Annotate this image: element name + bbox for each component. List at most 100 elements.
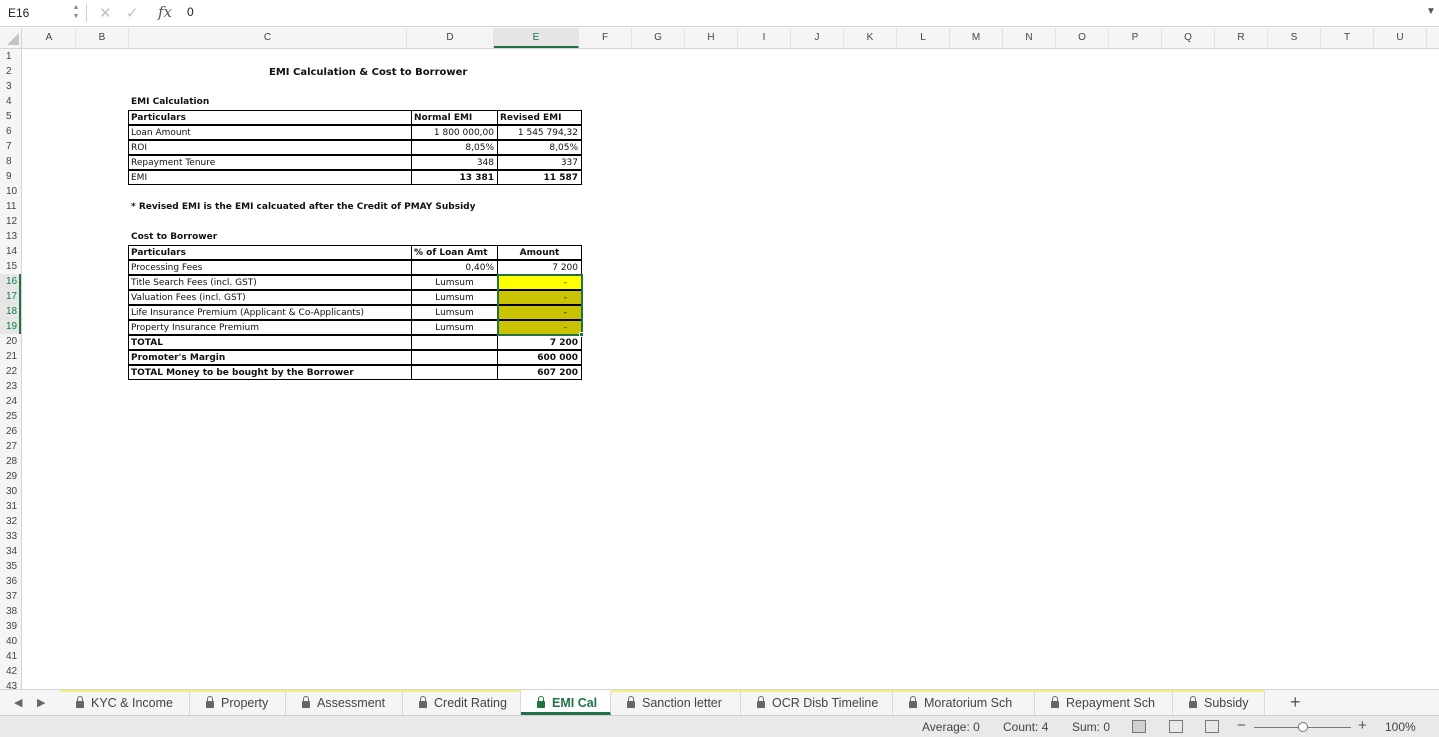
promoter-margin-amount[interactable]: 600 000 bbox=[497, 350, 582, 365]
emi-header-normal[interactable]: Normal EMI bbox=[411, 110, 498, 125]
column-header-t[interactable]: T bbox=[1321, 28, 1374, 48]
emi-row-normal[interactable]: 348 bbox=[411, 155, 498, 170]
row-header-37[interactable]: 37 bbox=[0, 589, 21, 604]
column-header-l[interactable]: L bbox=[897, 28, 950, 48]
zoom-in-button[interactable]: + bbox=[1358, 717, 1367, 734]
total-row-percent[interactable] bbox=[411, 335, 498, 350]
emi-row-revised[interactable]: 8,05% bbox=[497, 140, 582, 155]
row-header-2[interactable]: 2 bbox=[0, 64, 21, 79]
column-header-c[interactable]: C bbox=[129, 28, 407, 48]
column-header-s[interactable]: S bbox=[1268, 28, 1321, 48]
row-header-7[interactable]: 7 bbox=[0, 139, 21, 154]
emi-row-normal[interactable]: 1 800 000,00 bbox=[411, 125, 498, 140]
formula-input[interactable]: 0 bbox=[187, 5, 194, 19]
selection-range[interactable] bbox=[497, 274, 583, 336]
column-header-n[interactable]: N bbox=[1003, 28, 1056, 48]
tab-sanction-letter[interactable]: Sanction letter bbox=[611, 690, 741, 715]
promoter-margin-label[interactable]: Promoter's Margin bbox=[128, 350, 412, 365]
confirm-icon[interactable]: ✓ bbox=[126, 4, 139, 22]
zoom-out-button[interactable]: − bbox=[1237, 717, 1246, 734]
emi-row-revised[interactable]: 11 587 bbox=[497, 170, 582, 185]
total-money-percent[interactable] bbox=[411, 365, 498, 380]
column-header-e[interactable]: E bbox=[494, 28, 579, 48]
row-header-42[interactable]: 42 bbox=[0, 664, 21, 679]
tab-assessment[interactable]: Assessment bbox=[286, 690, 403, 715]
row-header-8[interactable]: 8 bbox=[0, 154, 21, 169]
emi-row-label[interactable]: EMI bbox=[128, 170, 412, 185]
column-header-i[interactable]: I bbox=[738, 28, 791, 48]
row-header-41[interactable]: 41 bbox=[0, 649, 21, 664]
column-header-q[interactable]: Q bbox=[1162, 28, 1215, 48]
emi-row-normal[interactable]: 8,05% bbox=[411, 140, 498, 155]
cost-row-label[interactable]: Property Insurance Premium bbox=[128, 320, 412, 335]
tab-emi-cal[interactable]: EMI Cal bbox=[521, 690, 611, 715]
row-header-43[interactable]: 43 bbox=[0, 679, 21, 689]
spreadsheet-grid[interactable]: EMI Calculation & Cost to Borrower EMI C… bbox=[23, 49, 1439, 689]
cost-header-percent[interactable]: % of Loan Amt bbox=[411, 245, 498, 260]
row-header-22[interactable]: 22 bbox=[0, 364, 21, 379]
row-header-26[interactable]: 26 bbox=[0, 424, 21, 439]
cost-row-percent[interactable]: 0,40% bbox=[411, 260, 498, 275]
zoom-level[interactable]: 100% bbox=[1385, 720, 1416, 734]
cost-row-percent[interactable]: Lumsum bbox=[411, 275, 498, 290]
select-all-corner[interactable] bbox=[0, 28, 22, 48]
tab-subsidy[interactable]: Subsidy bbox=[1173, 690, 1265, 715]
row-header-4[interactable]: 4 bbox=[0, 94, 21, 109]
tab-kyc-income[interactable]: KYC & Income bbox=[60, 690, 190, 715]
row-header-17[interactable]: 17 bbox=[0, 289, 21, 304]
column-header-a[interactable]: A bbox=[23, 28, 76, 48]
row-header-9[interactable]: 9 bbox=[0, 169, 21, 184]
row-header-11[interactable]: 11 bbox=[0, 199, 21, 214]
row-header-5[interactable]: 5 bbox=[0, 109, 21, 124]
zoom-slider-thumb[interactable] bbox=[1298, 722, 1308, 732]
row-header-15[interactable]: 15 bbox=[0, 259, 21, 274]
cost-row-percent[interactable]: Lumsum bbox=[411, 290, 498, 305]
page-break-view-icon[interactable] bbox=[1205, 720, 1219, 733]
row-header-21[interactable]: 21 bbox=[0, 349, 21, 364]
total-money-label[interactable]: TOTAL Money to be bought by the Borrower bbox=[128, 365, 412, 380]
row-header-36[interactable]: 36 bbox=[0, 574, 21, 589]
row-header-18[interactable]: 18 bbox=[0, 304, 21, 319]
row-header-16[interactable]: 16 bbox=[0, 274, 21, 289]
column-header-m[interactable]: M bbox=[950, 28, 1003, 48]
row-header-1[interactable]: 1 bbox=[0, 49, 21, 64]
fill-handle[interactable] bbox=[579, 332, 584, 337]
cost-row-percent[interactable]: Lumsum bbox=[411, 320, 498, 335]
row-header-38[interactable]: 38 bbox=[0, 604, 21, 619]
column-header-h[interactable]: H bbox=[685, 28, 738, 48]
normal-view-icon[interactable] bbox=[1132, 720, 1146, 733]
row-header-31[interactable]: 31 bbox=[0, 499, 21, 514]
cost-header-particulars[interactable]: Particulars bbox=[128, 245, 412, 260]
row-header-35[interactable]: 35 bbox=[0, 559, 21, 574]
column-header-u[interactable]: U bbox=[1374, 28, 1427, 48]
cancel-icon[interactable]: ✕ bbox=[99, 4, 112, 22]
tab-scroll-next-icon[interactable]: ▶ bbox=[37, 696, 45, 709]
row-header-29[interactable]: 29 bbox=[0, 469, 21, 484]
function-icon[interactable]: fx bbox=[158, 3, 172, 21]
row-header-19[interactable]: 19 bbox=[0, 319, 21, 334]
column-header-f[interactable]: F bbox=[579, 28, 632, 48]
total-row-label[interactable]: TOTAL bbox=[128, 335, 412, 350]
row-header-40[interactable]: 40 bbox=[0, 634, 21, 649]
row-header-25[interactable]: 25 bbox=[0, 409, 21, 424]
column-header-p[interactable]: P bbox=[1109, 28, 1162, 48]
column-header-g[interactable]: G bbox=[632, 28, 685, 48]
total-row-amount[interactable]: 7 200 bbox=[497, 335, 582, 350]
cost-row-label[interactable]: Title Search Fees (incl. GST) bbox=[128, 275, 412, 290]
row-header-27[interactable]: 27 bbox=[0, 439, 21, 454]
cost-header-amount[interactable]: Amount bbox=[497, 245, 582, 260]
emi-row-label[interactable]: Repayment Tenure bbox=[128, 155, 412, 170]
emi-header-particulars[interactable]: Particulars bbox=[128, 110, 412, 125]
tab-credit-rating[interactable]: Credit Rating bbox=[403, 690, 521, 715]
row-header-23[interactable]: 23 bbox=[0, 379, 21, 394]
emi-row-label[interactable]: Loan Amount bbox=[128, 125, 412, 140]
row-header-12[interactable]: 12 bbox=[0, 214, 21, 229]
column-header-j[interactable]: J bbox=[791, 28, 844, 48]
emi-row-normal[interactable]: 13 381 bbox=[411, 170, 498, 185]
row-header-34[interactable]: 34 bbox=[0, 544, 21, 559]
row-header-20[interactable]: 20 bbox=[0, 334, 21, 349]
cost-row-label[interactable]: Life Insurance Premium (Applicant & Co-A… bbox=[128, 305, 412, 320]
row-header-10[interactable]: 10 bbox=[0, 184, 21, 199]
cost-row-percent[interactable]: Lumsum bbox=[411, 305, 498, 320]
row-header-28[interactable]: 28 bbox=[0, 454, 21, 469]
